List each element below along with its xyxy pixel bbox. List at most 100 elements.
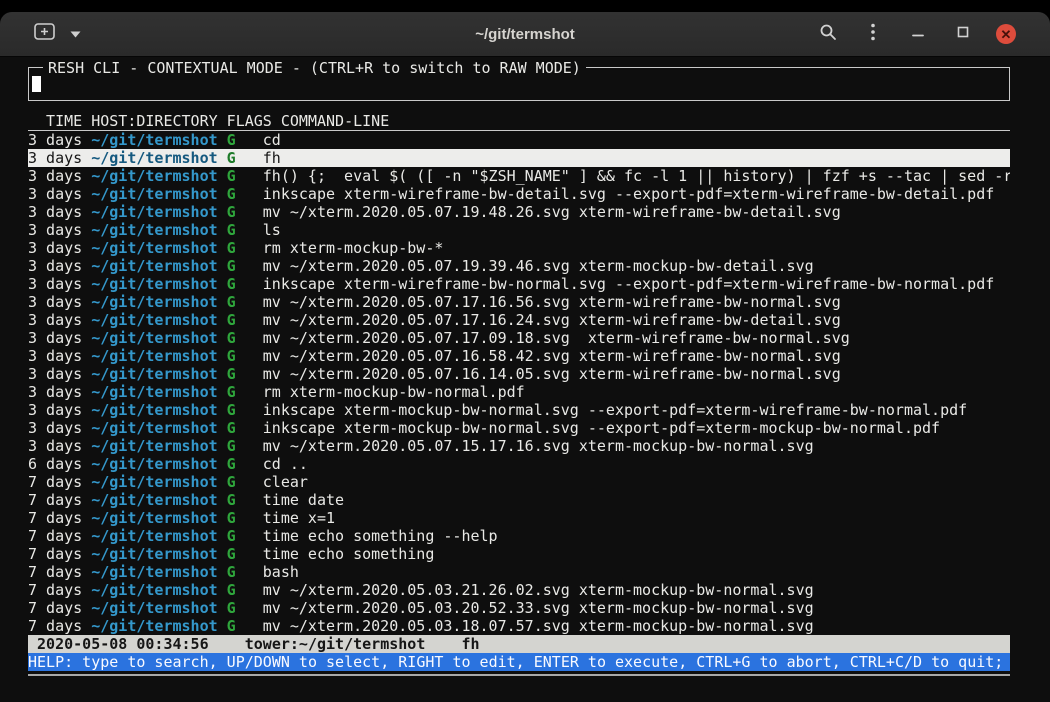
row-command: mv ~/xterm.2020.05.07.16.58.42.svg xterm… [263, 347, 841, 365]
row-directory: ~/git/termshot [91, 581, 226, 599]
row-flags: G [227, 617, 263, 635]
row-flags: G [227, 149, 263, 167]
history-list: 3 days~/git/termshotGcd 3 days~/git/term… [28, 131, 1010, 635]
status-bar: 2020-05-08 00:34:56 tower:~/git/termshot… [28, 635, 1010, 653]
history-row[interactable]: 3 days~/git/termshotGmv ~/xterm.2020.05.… [28, 347, 1010, 365]
row-flags: G [227, 437, 263, 455]
row-command: mv ~/xterm.2020.05.07.19.48.26.svg xterm… [263, 203, 841, 221]
row-time: 7 days [28, 599, 91, 617]
new-tab-button[interactable] [32, 22, 56, 46]
row-flags: G [227, 347, 263, 365]
row-command: fh() {; eval $( ([ -n "$ZSH_NAME" ] && f… [263, 167, 1010, 185]
history-row[interactable]: 7 days~/git/termshotGmv ~/xterm.2020.05.… [28, 599, 1010, 617]
row-flags: G [227, 365, 263, 383]
history-row[interactable]: 3 days~/git/termshotGfh() {; eval $( ([ … [28, 167, 1010, 185]
row-directory: ~/git/termshot [91, 509, 226, 527]
row-time: 3 days [28, 401, 91, 419]
history-row[interactable]: 3 days~/git/termshotGinkscape xterm-wire… [28, 275, 1010, 293]
row-command: bash [263, 563, 299, 581]
text-cursor [32, 76, 41, 92]
history-row[interactable]: 3 days~/git/termshotGmv ~/xterm.2020.05.… [28, 257, 1010, 275]
resh-mode-title: RESH CLI - CONTEXTUAL MODE - (CTRL+R to … [43, 59, 586, 77]
minimize-button[interactable] [906, 22, 930, 46]
row-command: mv ~/xterm.2020.05.07.17.16.56.svg xterm… [263, 293, 841, 311]
history-row[interactable]: 3 days~/git/termshotGinkscape xterm-mock… [28, 419, 1010, 437]
history-row[interactable]: 7 days~/git/termshotGtime echo something… [28, 527, 1010, 545]
history-row[interactable]: 7 days~/git/termshotGtime echo something [28, 545, 1010, 563]
history-row[interactable]: 3 days~/git/termshotGmv ~/xterm.2020.05.… [28, 293, 1010, 311]
menu-button[interactable] [861, 22, 885, 46]
history-row[interactable]: 3 days~/git/termshotGmv ~/xterm.2020.05.… [28, 329, 1010, 347]
history-row[interactable]: 3 days~/git/termshotGmv ~/xterm.2020.05.… [28, 311, 1010, 329]
row-time: 7 days [28, 617, 91, 635]
history-row[interactable]: 7 days~/git/termshotGmv ~/xterm.2020.05.… [28, 581, 1010, 599]
row-time: 7 days [28, 527, 91, 545]
row-command: mv ~/xterm.2020.05.07.19.39.46.svg xterm… [263, 257, 814, 275]
row-flags: G [227, 185, 263, 203]
resh-header-box: RESH CLI - CONTEXTUAL MODE - (CTRL+R to … [28, 67, 1010, 101]
row-flags: G [227, 491, 263, 509]
chevron-down-icon [70, 25, 81, 43]
history-row[interactable]: 3 days~/git/termshotGrm xterm-mockup-bw-… [28, 239, 1010, 257]
close-icon: ✕ [1001, 28, 1012, 41]
history-row[interactable]: 7 days~/git/termshotGtime date [28, 491, 1010, 509]
history-row[interactable]: 7 days~/git/termshotGtime x=1 [28, 509, 1010, 527]
row-flags: G [227, 275, 263, 293]
history-row[interactable]: 6 days~/git/termshotGcd .. [28, 455, 1010, 473]
row-flags: G [227, 221, 263, 239]
row-command: mv ~/xterm.2020.05.07.17.09.18.svg xterm… [263, 329, 850, 347]
history-row[interactable]: 3 days~/git/termshotGfh [28, 149, 1010, 167]
row-time: 7 days [28, 473, 91, 491]
row-directory: ~/git/termshot [91, 365, 226, 383]
row-directory: ~/git/termshot [91, 293, 226, 311]
row-directory: ~/git/termshot [91, 185, 226, 203]
row-flags: G [227, 329, 263, 347]
row-command: time date [263, 491, 344, 509]
terminal-window: ~/git/termshot ✕ [0, 12, 1050, 702]
terminal-content: RESH CLI - CONTEXTUAL MODE - (CTRL+R to … [0, 57, 1050, 702]
history-row[interactable]: 7 days~/git/termshotGclear [28, 473, 1010, 491]
row-flags: G [227, 257, 263, 275]
history-row[interactable]: 3 days~/git/termshotGrm xterm-mockup-bw-… [28, 383, 1010, 401]
row-time: 3 days [28, 131, 91, 149]
row-time: 6 days [28, 455, 91, 473]
row-command: rm xterm-mockup-bw-* [263, 239, 444, 257]
row-flags: G [227, 167, 263, 185]
search-button[interactable] [816, 22, 840, 46]
search-query-line[interactable] [32, 76, 1006, 93]
restore-button[interactable] [951, 22, 975, 46]
row-directory: ~/git/termshot [91, 149, 226, 167]
row-directory: ~/git/termshot [91, 221, 226, 239]
row-directory: ~/git/termshot [91, 419, 226, 437]
tab-switcher-button[interactable] [63, 22, 87, 46]
row-directory: ~/git/termshot [91, 347, 226, 365]
table-header: TIME HOST:DIRECTORY FLAGS COMMAND-LINE [28, 112, 1010, 131]
row-flags: G [227, 581, 263, 599]
row-time: 3 days [28, 149, 91, 167]
history-row[interactable]: 3 days~/git/termshotGmv ~/xterm.2020.05.… [28, 437, 1010, 455]
row-time: 3 days [28, 329, 91, 347]
close-button[interactable]: ✕ [996, 24, 1016, 44]
history-row[interactable]: 3 days~/git/termshotGinkscape xterm-mock… [28, 401, 1010, 419]
row-time: 7 days [28, 491, 91, 509]
row-directory: ~/git/termshot [91, 617, 226, 635]
row-time: 7 days [28, 509, 91, 527]
history-row[interactable]: 3 days~/git/termshotGls [28, 221, 1010, 239]
help-bar: HELP: type to search, UP/DOWN to select,… [28, 653, 1010, 671]
row-command: mv ~/xterm.2020.05.07.15.17.16.svg xterm… [263, 437, 814, 455]
row-flags: G [227, 131, 263, 149]
row-flags: G [227, 599, 263, 617]
history-row[interactable]: 3 days~/git/termshotGcd [28, 131, 1010, 149]
row-flags: G [227, 239, 263, 257]
row-command: cd [263, 131, 281, 149]
history-row[interactable]: 3 days~/git/termshotGinkscape xterm-wire… [28, 185, 1010, 203]
row-flags: G [227, 455, 263, 473]
row-command: time x=1 [263, 509, 335, 527]
history-row[interactable]: 3 days~/git/termshotGmv ~/xterm.2020.05.… [28, 203, 1010, 221]
history-row[interactable]: 7 days~/git/termshotGbash [28, 563, 1010, 581]
row-time: 3 days [28, 437, 91, 455]
row-time: 3 days [28, 275, 91, 293]
history-row[interactable]: 7 days~/git/termshotGmv ~/xterm.2020.05.… [28, 617, 1010, 635]
history-row[interactable]: 3 days~/git/termshotGmv ~/xterm.2020.05.… [28, 365, 1010, 383]
row-directory: ~/git/termshot [91, 599, 226, 617]
